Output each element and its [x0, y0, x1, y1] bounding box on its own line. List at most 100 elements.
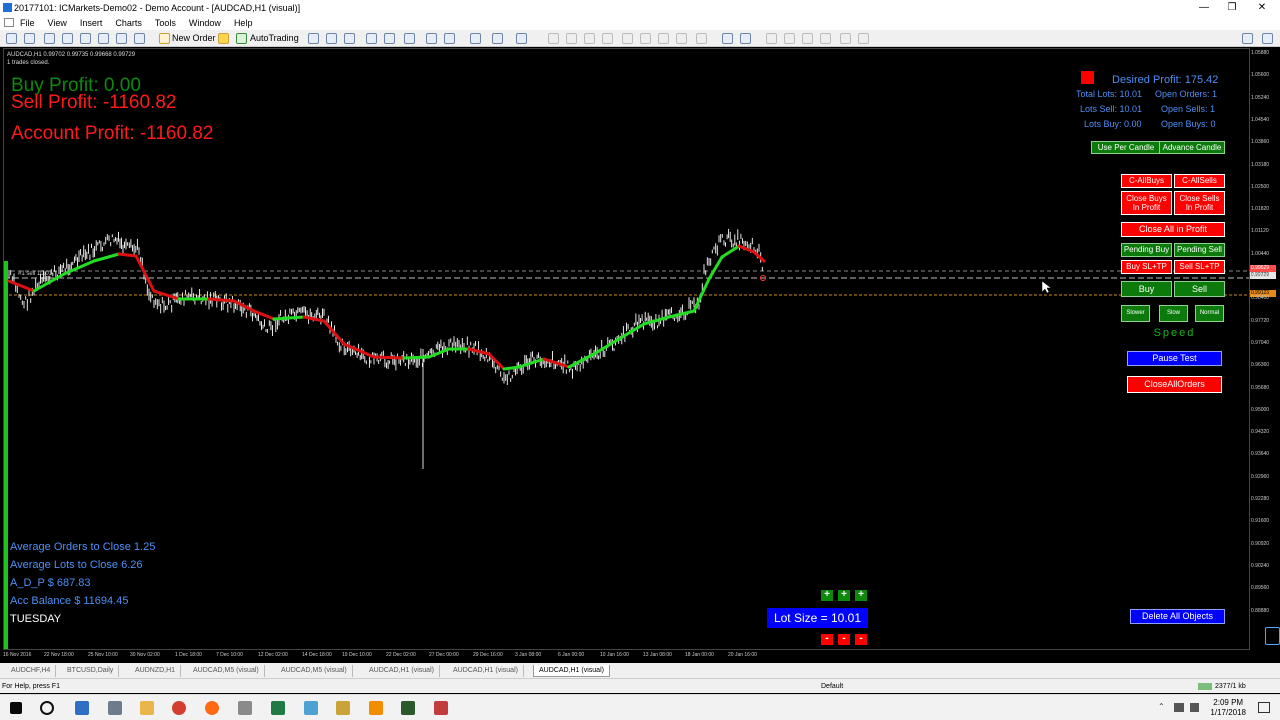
app-icon-3[interactable]	[304, 701, 318, 715]
search-icon[interactable]	[1242, 33, 1253, 44]
start-icon[interactable]	[10, 702, 22, 714]
lot-decrease-button-2[interactable]: -	[838, 634, 850, 645]
chart-tab[interactable]: AUDCAD,M5 (visual)	[188, 665, 265, 677]
tray-network-icon[interactable]	[1174, 703, 1184, 712]
menu-tools[interactable]: Tools	[155, 16, 176, 30]
speed-slower-button[interactable]: Slower	[1121, 305, 1150, 322]
menu-insert[interactable]: Insert	[80, 16, 103, 30]
chrome-icon[interactable]	[172, 701, 186, 715]
pause-test-button[interactable]: Pause Test	[1127, 351, 1222, 366]
cursor-icon[interactable]	[722, 33, 733, 44]
buy-sltp-button[interactable]: Buy SL+TP	[1121, 260, 1172, 274]
period-m5-icon[interactable]	[566, 33, 577, 44]
metaeditor-icon[interactable]	[218, 33, 229, 44]
chat-icon[interactable]	[1262, 33, 1273, 44]
autotrading-button[interactable]: AutoTrading	[250, 33, 299, 44]
close-all-orders-button[interactable]: CloseAllOrders	[1127, 376, 1222, 393]
use-per-candle-button[interactable]: Use Per Candle	[1091, 141, 1161, 154]
chart-area[interactable]: AUDCAD,H1 0.99702 0.99735 0.99668 0.9972…	[3, 48, 1250, 650]
minimize-button[interactable]: —	[1190, 0, 1218, 16]
templates-icon[interactable]	[516, 33, 527, 44]
tile-windows-icon[interactable]	[404, 33, 415, 44]
periods-icon[interactable]	[492, 33, 503, 44]
period-mn-icon[interactable]	[696, 33, 707, 44]
period-m1-icon[interactable]	[548, 33, 559, 44]
market-watch-icon[interactable]	[44, 33, 55, 44]
new-order-icon[interactable]	[159, 33, 170, 44]
speed-normal-button[interactable]: Normal	[1195, 305, 1224, 322]
lot-increase-button-1[interactable]: +	[821, 590, 833, 601]
close-all-buys-button[interactable]: C-AllBuys	[1121, 174, 1172, 188]
period-m30-icon[interactable]	[602, 33, 613, 44]
app-icon-4[interactable]	[336, 701, 350, 715]
sell-button[interactable]: Sell	[1174, 281, 1225, 297]
excel-icon[interactable]	[271, 701, 285, 715]
chart-tab[interactable]: AUDCAD,H1 (visual)	[448, 665, 524, 677]
vertical-line-icon[interactable]	[766, 33, 777, 44]
file-explorer-icon[interactable]	[140, 701, 154, 715]
sell-sltp-button[interactable]: Sell SL+TP	[1174, 260, 1225, 274]
speed-slow-button[interactable]: Slow	[1159, 305, 1188, 322]
maximize-button[interactable]: ❐	[1218, 0, 1246, 16]
search-taskbar-icon[interactable]	[40, 701, 54, 715]
data-window-icon[interactable]	[62, 33, 73, 44]
lot-increase-button-2[interactable]: +	[838, 590, 850, 601]
close-sells-in-profit-button[interactable]: Close Sells In Profit	[1174, 191, 1225, 215]
menu-help[interactable]: Help	[234, 16, 253, 30]
close-all-in-profit-button[interactable]: Close All in Profit	[1121, 222, 1225, 237]
candlestick-icon[interactable]	[326, 33, 337, 44]
tray-volume-icon[interactable]	[1190, 703, 1199, 712]
clock[interactable]: 2:09 PM 1/17/2018	[1210, 698, 1246, 718]
chart-tab[interactable]: BTCUSD,Daily	[62, 665, 120, 677]
app-icon-1[interactable]	[108, 701, 122, 715]
lot-increase-button-3[interactable]: +	[855, 590, 867, 601]
bar-chart-icon[interactable]	[308, 33, 319, 44]
crosshair-icon[interactable]	[740, 33, 751, 44]
chart-tab[interactable]: AUDCAD,M5 (visual)	[276, 665, 353, 677]
history-icon[interactable]	[134, 33, 145, 44]
fibonacci-icon[interactable]	[840, 33, 851, 44]
new-order-button[interactable]: New Order	[172, 33, 216, 44]
profiles-icon[interactable]	[24, 33, 35, 44]
close-button[interactable]: ✕	[1248, 0, 1276, 16]
app-icon-5[interactable]	[434, 701, 448, 715]
lot-decrease-button-3[interactable]: -	[855, 634, 867, 645]
navigator-icon[interactable]	[80, 33, 91, 44]
notifications-icon[interactable]	[1258, 702, 1270, 713]
menu-window[interactable]: Window	[189, 16, 221, 30]
firefox-icon[interactable]	[205, 701, 219, 715]
terminal-icon[interactable]	[98, 33, 109, 44]
indicators-icon[interactable]	[470, 33, 481, 44]
period-h4-icon[interactable]	[640, 33, 651, 44]
close-all-sells-button[interactable]: C-AllSells	[1174, 174, 1225, 188]
chart-tab[interactable]: AUDCHF,H4	[6, 665, 57, 677]
menu-view[interactable]: View	[48, 16, 67, 30]
lot-decrease-button-1[interactable]: -	[821, 634, 833, 645]
zoom-in-icon[interactable]	[366, 33, 377, 44]
mdi-icon[interactable]	[4, 18, 14, 27]
task-view-icon[interactable]	[75, 701, 89, 715]
advance-candle-button[interactable]: Advance Candle	[1159, 141, 1225, 154]
period-m15-icon[interactable]	[584, 33, 595, 44]
trendline-icon[interactable]	[802, 33, 813, 44]
zoom-out-icon[interactable]	[384, 33, 395, 44]
autoscroll-icon[interactable]	[444, 33, 455, 44]
metatrader-icon[interactable]	[401, 701, 415, 715]
menu-charts[interactable]: Charts	[115, 16, 142, 30]
period-w1-icon[interactable]	[676, 33, 687, 44]
chart-shift-icon[interactable]	[426, 33, 437, 44]
close-buys-in-profit-button[interactable]: Close Buys In Profit	[1121, 191, 1172, 215]
chart-scroll-icon[interactable]	[1265, 627, 1280, 645]
horizontal-line-icon[interactable]	[784, 33, 795, 44]
tray-chevron-icon[interactable]: ⌃	[1158, 702, 1165, 711]
menu-file[interactable]: File	[20, 16, 35, 30]
app-icon-2[interactable]	[238, 701, 252, 715]
buy-button[interactable]: Buy	[1121, 281, 1172, 297]
text-tool-icon[interactable]	[858, 33, 869, 44]
period-h1-icon[interactable]	[622, 33, 633, 44]
delete-all-objects-button[interactable]: Delete All Objects	[1130, 609, 1225, 624]
pending-buy-button[interactable]: Pending Buy	[1121, 243, 1172, 257]
new-chart-icon[interactable]	[6, 33, 17, 44]
period-d1-icon[interactable]	[658, 33, 669, 44]
autotrading-icon[interactable]	[236, 33, 247, 44]
